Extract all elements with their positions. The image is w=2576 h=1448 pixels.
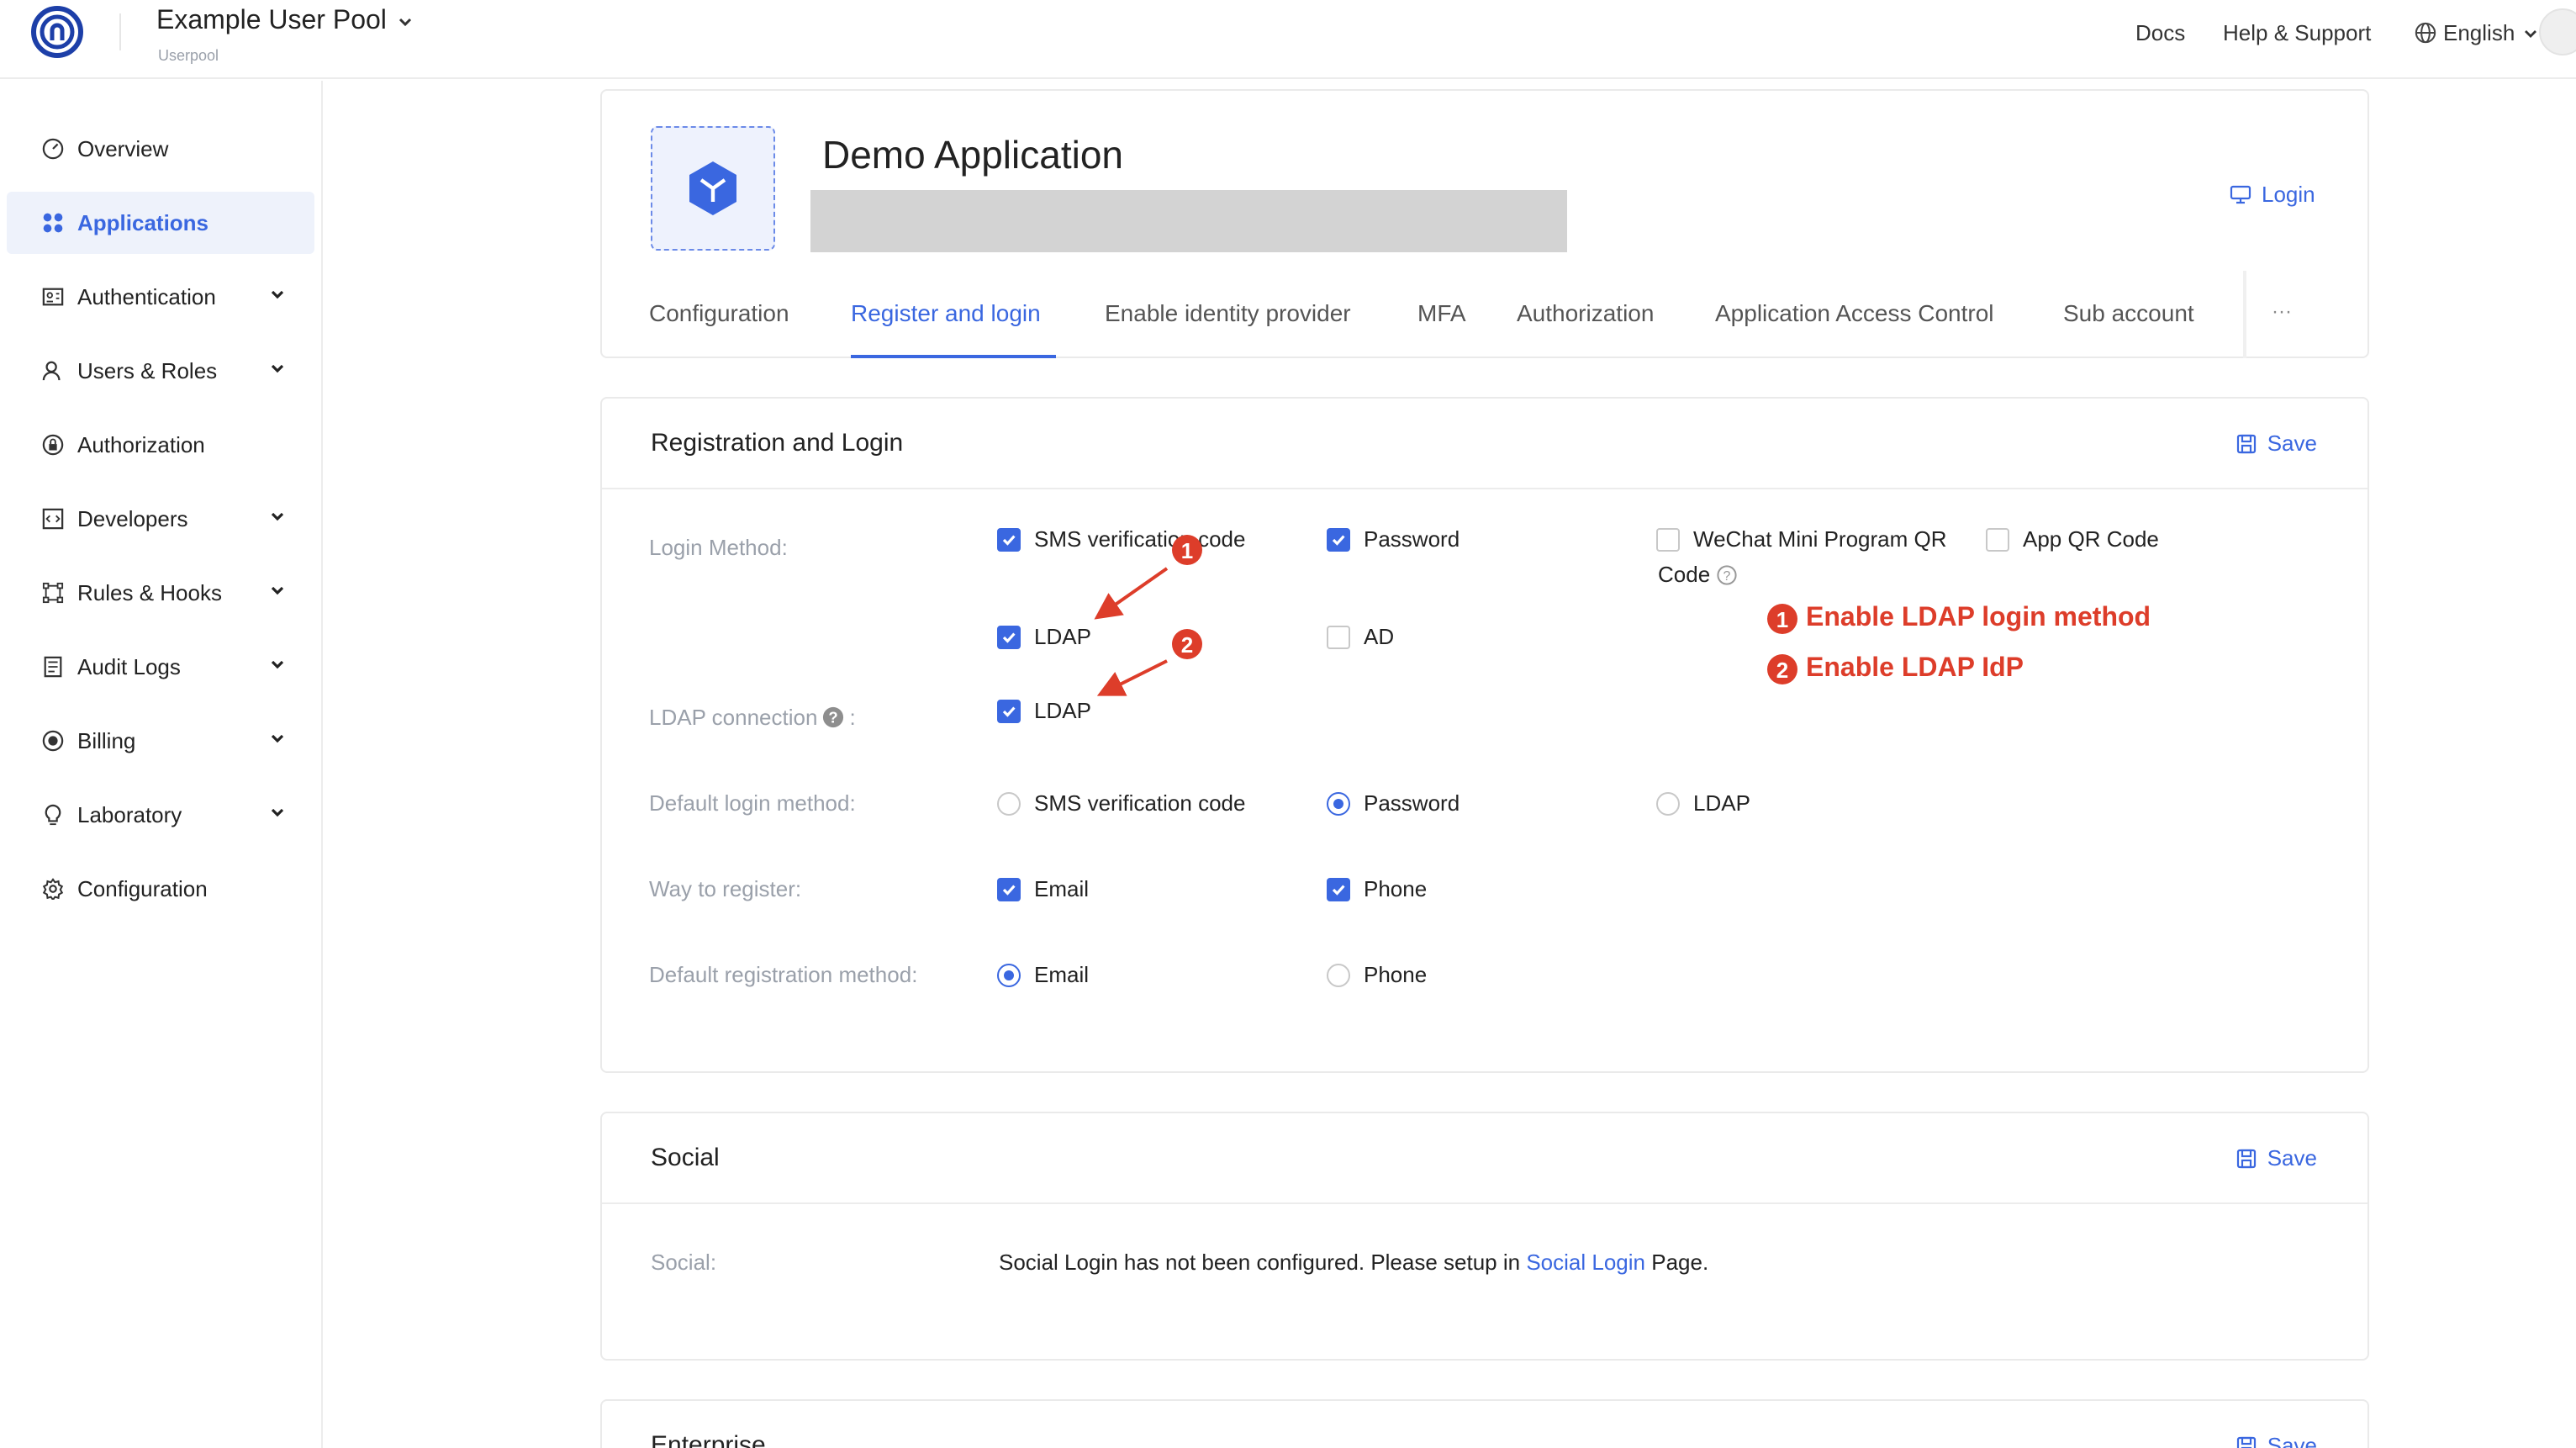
- card-title: Social: [651, 1144, 720, 1172]
- save-label: Save: [2267, 1145, 2317, 1171]
- annotation-2: 2 Enable LDAP IdP: [1767, 654, 2024, 684]
- save-button[interactable]: Save: [2237, 1433, 2317, 1448]
- social-card: Social Save Social: Social Login has not…: [600, 1112, 2369, 1361]
- annotation-marker-1: 1: [1172, 535, 1202, 565]
- social-message: Social Login has not been configured. Pl…: [999, 1250, 1709, 1275]
- annotation-1: 1 Enable LDAP login method: [1767, 604, 2151, 634]
- save-button[interactable]: Save: [2237, 1145, 2317, 1171]
- card-title: Enterprise: [651, 1431, 766, 1448]
- enterprise-card: Enterprise Save: [600, 1399, 2369, 1448]
- save-icon: [2237, 1435, 2257, 1448]
- save-label: Save: [2267, 1433, 2317, 1448]
- save-icon: [2237, 1148, 2257, 1168]
- social-login-link[interactable]: Social Login: [1526, 1250, 1645, 1275]
- card-divider: [602, 1202, 2367, 1204]
- annotation-marker-2: 2: [1172, 629, 1202, 659]
- social-label: Social:: [651, 1250, 717, 1275]
